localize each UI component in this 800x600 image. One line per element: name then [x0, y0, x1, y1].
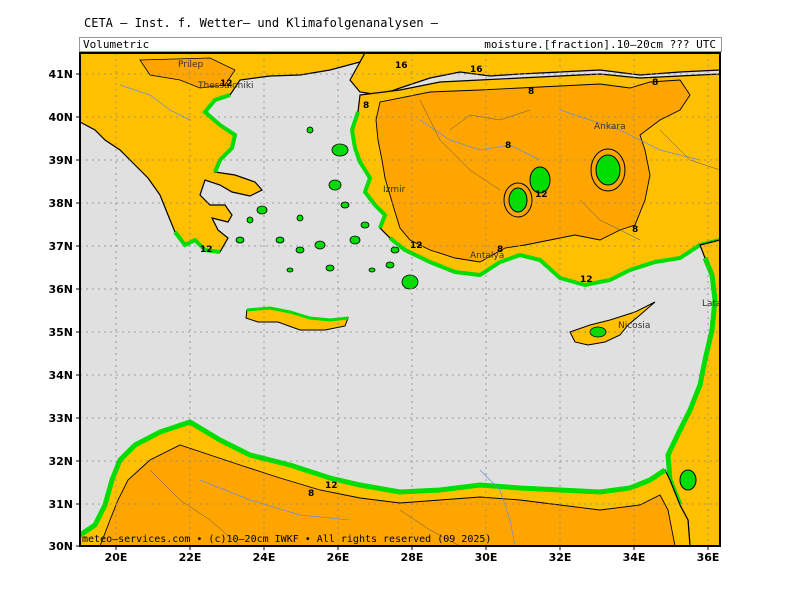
moisture-map: Prilep Thessaloniki Ankara Izmir Antalya… [48, 52, 735, 564]
wet-spot-levant [679, 469, 697, 491]
place-label-latakia: Latakia [702, 299, 735, 309]
y-tick-label: 41N [48, 68, 73, 81]
contour-label: 8 [632, 225, 638, 235]
y-tick-label: 30N [48, 540, 73, 553]
contour-label: 8 [505, 141, 511, 151]
y-tick-label: 38N [48, 197, 73, 210]
y-tick-label: 35N [48, 326, 73, 339]
credit-text: meteo–services.com • (c)10–20cm IWKF • A… [82, 534, 491, 545]
contour-label: 12 [535, 190, 548, 200]
y-tick-label: 40N [48, 111, 73, 124]
x-tick-label: 28E [401, 551, 424, 564]
contour-label: 8 [528, 87, 534, 97]
contour-label: 12 [325, 481, 338, 491]
contour-label: 12 [410, 241, 423, 251]
contour-label: 16 [395, 61, 408, 71]
contour-label: 12 [200, 245, 213, 255]
x-tick-label: 34E [623, 551, 646, 564]
place-label-izmir: Izmir [383, 185, 406, 195]
x-tick-label: 20E [105, 551, 128, 564]
contour-label: 8 [497, 245, 503, 255]
field-description: moisture.[fraction].10–20cm ??? UTC [484, 38, 716, 51]
y-tick-label: 37N [48, 240, 73, 253]
wet-spot-anatolia-3 [508, 187, 528, 213]
contour-label: 16 [470, 65, 483, 75]
x-tick-label: 24E [253, 551, 276, 564]
place-label-ankara: Ankara [594, 122, 626, 132]
y-tick-label: 31N [48, 498, 73, 511]
x-tick-label: 32E [549, 551, 572, 564]
wet-spot-anatolia-1 [595, 154, 621, 186]
y-tick-label: 39N [48, 154, 73, 167]
y-tick-label: 32N [48, 455, 73, 468]
y-tick-label: 36N [48, 283, 73, 296]
x-tick-label: 22E [179, 551, 202, 564]
contour-label: 8 [308, 489, 314, 499]
x-tick-label: 36E [697, 551, 720, 564]
contour-label: 12 [580, 275, 593, 285]
x-tick-label: 30E [475, 551, 498, 564]
place-label-prilep: Prilep [178, 60, 204, 70]
contour-label: 8 [363, 101, 369, 111]
place-label-nicosia: Nicosia [618, 321, 650, 331]
page-title: CETA – Inst. f. Wetter– und Klimafolgena… [84, 16, 439, 30]
y-tick-label: 33N [48, 412, 73, 425]
contour-label: 12 [220, 79, 233, 89]
field-category: Volumetric [83, 38, 150, 51]
contour-label: 8 [652, 78, 658, 88]
y-tick-label: 34N [48, 369, 73, 382]
x-tick-label: 26E [327, 551, 350, 564]
